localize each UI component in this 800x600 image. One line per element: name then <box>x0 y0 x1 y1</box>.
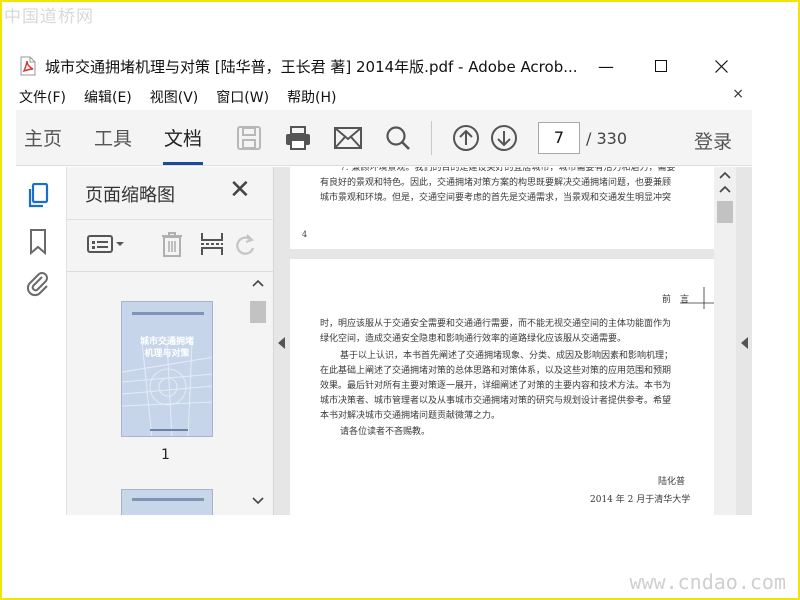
page-thumbnails-icon[interactable] <box>26 183 50 209</box>
document-scrollbar[interactable] <box>714 167 736 515</box>
page-total: / 330 <box>586 129 628 148</box>
active-tab-indicator <box>163 162 203 165</box>
thumbnail-scroll-thumb[interactable] <box>250 301 266 323</box>
panel-toolbar-divider <box>67 271 275 272</box>
page-up-icon[interactable] <box>450 122 482 154</box>
menu-help[interactable]: 帮助(H) <box>287 87 336 107</box>
page4-line2: 有良好的景观和特色。因此，交通拥堵对策方案的构思既要解决交通拥堵问题，也要兼顾 <box>320 178 672 188</box>
page5-line6: 城市决策者、城市管理者以及从事城市交通拥堵对策的研究与规划设计者提供参考。希望 <box>320 396 672 406</box>
maximize-button[interactable] <box>636 48 686 84</box>
page5-line8: 请各位读者不吝赐教。 <box>340 427 431 437</box>
cover-title-line2: 机理与对策 <box>144 349 190 359</box>
page5-date: 2014 年 2 月于清华大学 <box>590 495 691 505</box>
document-scroll-thumb[interactable] <box>717 201 733 223</box>
window-title: 城市交通拥堵机理与对策 [陆华普，王长君 著] 2014年版.pdf - Ado… <box>45 57 578 76</box>
page5-line1: 时，明应该服从于交通安全需要和交通通行需要，而不能无视交通空间的主体功能面作为 <box>320 319 672 329</box>
left-rail <box>16 167 60 515</box>
thumbnail-2-preview <box>132 498 204 501</box>
search-icon[interactable] <box>382 122 414 154</box>
minimize-icon: — <box>598 56 614 76</box>
collapse-left-icon[interactable] <box>278 337 286 349</box>
panel-close-icon[interactable]: ✕ <box>229 177 251 203</box>
thumbnail-page-number: 1 <box>161 447 170 463</box>
scroll-down-icon[interactable] <box>252 497 264 505</box>
page-number-input[interactable]: 7 <box>538 122 580 154</box>
page4-line3: 城市景观和环境。但是，交通空间要考虑的首先是交通需求，当景观和交通发生明显冲突 <box>320 193 672 203</box>
delete-page-icon[interactable] <box>157 229 187 259</box>
menu-window[interactable]: 窗口(W) <box>216 87 269 107</box>
menu-close-icon[interactable]: × <box>732 86 744 102</box>
doc-scroll-top-icon[interactable] <box>719 185 731 193</box>
rotate-page-icon[interactable] <box>233 229 257 259</box>
toolbar-separator <box>431 121 432 155</box>
cover-art <box>122 302 212 436</box>
tab-home[interactable]: 主页 <box>24 124 62 151</box>
extract-page-icon[interactable] <box>197 229 227 259</box>
panel-title: 页面缩略图 <box>85 185 175 206</box>
collapse-right-icon[interactable] <box>740 337 748 349</box>
page-thumbnail-2[interactable] <box>121 489 213 515</box>
page4-number: 4 <box>302 230 308 239</box>
page5-line5: 效果。最后针对所有主要对策逐一展开，详细阐述了对策的主要内容和技术方法。本书为 <box>320 381 672 391</box>
toolbar: 主页 工具 文档 7 / 330 登录 <box>16 110 752 166</box>
tab-document[interactable]: 文档 <box>164 124 202 151</box>
close-window-button[interactable] <box>696 48 746 84</box>
page5-line2: 绿化空间，造成交通安全隐患和影响通行效率的道路绿化应该服从交通需要。 <box>320 334 627 344</box>
pdf-file-icon <box>19 56 37 76</box>
page5-line4: 在此基础上阐述了交通拥堵对策的总体思路和对策体系，以及这些对策的应用范围和预期 <box>320 366 672 376</box>
login-button[interactable]: 登录 <box>694 127 732 154</box>
bookmark-icon[interactable] <box>26 229 50 255</box>
page5-line7: 本书对解决城市交通拥堵问题贡献微薄之力。 <box>320 411 501 421</box>
page5-signature: 陆化普 <box>658 477 686 487</box>
page-thumbnail-1[interactable]: 城市交通拥堵 机理与对策 <box>121 301 213 437</box>
menu-bar: 文件(F) 编辑(E) 视图(V) 窗口(W) 帮助(H) × <box>16 86 752 108</box>
thumbnail-scrollbar[interactable] <box>247 273 269 515</box>
watermark-bottom: www.cndao.com <box>629 570 786 594</box>
maximize-icon <box>655 60 667 72</box>
page-5: 前 言 时，明应该服从于交通安全需要和交通通行需要，而不能无视交通空间的主体功能… <box>290 259 714 515</box>
document-view[interactable]: 7. 兼顾环境景观。我们的目的是建设美好的宜居城市，城市需要有活力和魅力，需要 … <box>274 167 752 515</box>
page-down-icon[interactable] <box>488 122 520 154</box>
title-bar: 城市交通拥堵机理与对策 [陆华普，王长君 著] 2014年版.pdf - Ado… <box>16 48 752 84</box>
print-icon[interactable] <box>282 122 314 154</box>
watermark-top: 中国道桥网 <box>4 7 94 27</box>
page4-line1: 7. 兼顾环境景观。我们的目的是建设美好的宜居城市，城市需要有活力和魅力，需要 <box>340 167 676 173</box>
page5-line3: 基于以上认识，本书首先阐述了交通拥堵现象、分类、成因及影响因素和影响机理； <box>340 351 674 361</box>
panel-divider <box>67 219 275 220</box>
cover-title: 城市交通拥堵 机理与对策 <box>122 336 212 360</box>
thumbnail-options-icon[interactable] <box>85 229 127 259</box>
cover-title-line1: 城市交通拥堵 <box>139 337 194 347</box>
menu-edit[interactable]: 编辑(E) <box>84 87 132 107</box>
attachment-icon[interactable] <box>26 271 50 297</box>
menu-file[interactable]: 文件(F) <box>19 87 66 107</box>
thumbnail-panel: 页面缩略图 ✕ 城市交通拥堵 机理与对策 1 <box>66 167 275 515</box>
close-icon <box>714 59 728 73</box>
menu-view[interactable]: 视图(V) <box>150 87 199 107</box>
minimize-button[interactable]: — <box>581 48 631 84</box>
email-icon[interactable] <box>332 122 364 154</box>
page-4: 7. 兼顾环境景观。我们的目的是建设美好的宜居城市，城市需要有活力和魅力，需要 … <box>290 167 714 249</box>
tab-tools[interactable]: 工具 <box>94 124 132 151</box>
scroll-up-icon[interactable] <box>252 279 264 287</box>
header-rule <box>680 287 714 309</box>
save-icon[interactable] <box>233 122 265 154</box>
doc-scroll-up-icon[interactable] <box>719 171 731 179</box>
